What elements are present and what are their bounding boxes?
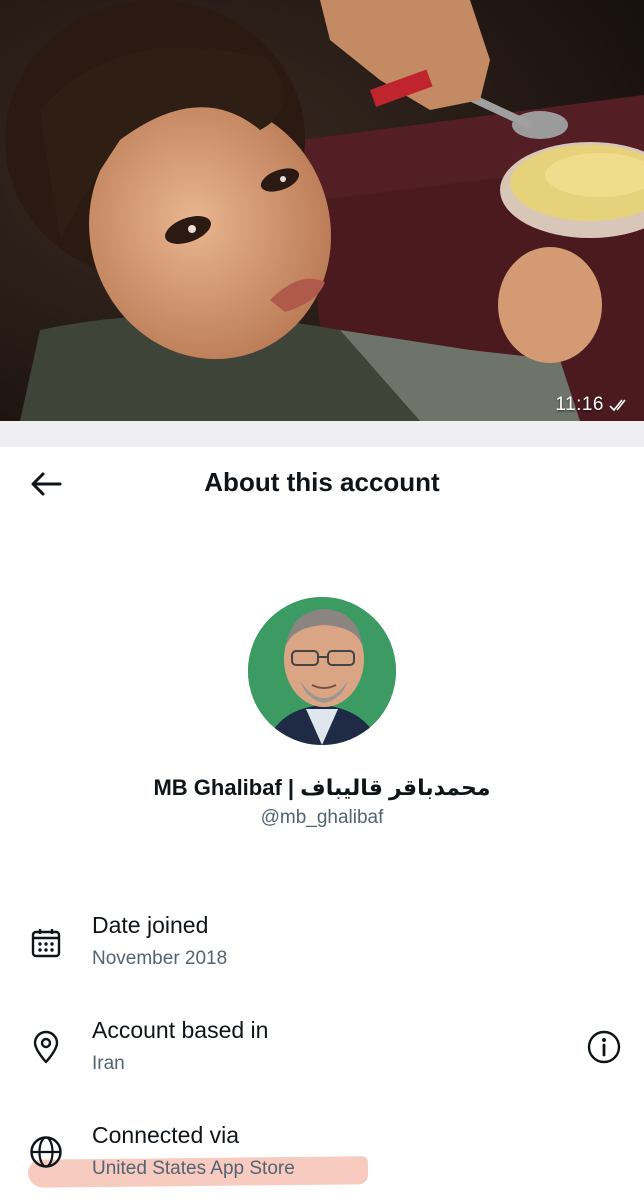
message-time: 11:16 [555, 394, 604, 415]
detail-label: Date joined [92, 912, 209, 938]
display-name: MB Ghalibaf | محمدباقر قالیباف [153, 775, 491, 800]
detail-account-based-in: Account based in Iran [0, 1015, 644, 1095]
globe-icon [28, 1134, 64, 1170]
double-check-icon [609, 399, 626, 412]
chat-photo[interactable]: 11:16 [0, 0, 644, 421]
detail-date-joined: Date joined November 2018 [0, 910, 644, 990]
detail-value: November 2018 [92, 948, 228, 969]
header: About this account [0, 447, 644, 521]
screen: 11:16 About this account MB Ghalibaf | م… [0, 0, 644, 1200]
location-pin-icon [28, 1029, 64, 1065]
detail-label: Account based in [92, 1017, 269, 1043]
photo-image [0, 0, 644, 421]
detail-connected-via: Connected via United States App Store [0, 1120, 644, 1200]
calendar-icon [28, 925, 64, 961]
avatar-image [248, 597, 396, 745]
detail-label: Connected via [92, 1122, 240, 1148]
detail-value: United States App Store [92, 1158, 295, 1179]
info-button[interactable] [586, 1029, 622, 1065]
avatar[interactable] [248, 597, 396, 745]
info-circle-icon [587, 1030, 621, 1064]
page-title: About this account [204, 467, 440, 497]
about-account-panel: About this account MB Ghalibaf | محمدباق… [0, 447, 644, 1200]
message-timestamp: 11:16 [555, 394, 632, 416]
username-handle: @mb_ghalibaf [260, 807, 384, 828]
divider [0, 421, 644, 447]
detail-value: Iran [92, 1053, 125, 1074]
